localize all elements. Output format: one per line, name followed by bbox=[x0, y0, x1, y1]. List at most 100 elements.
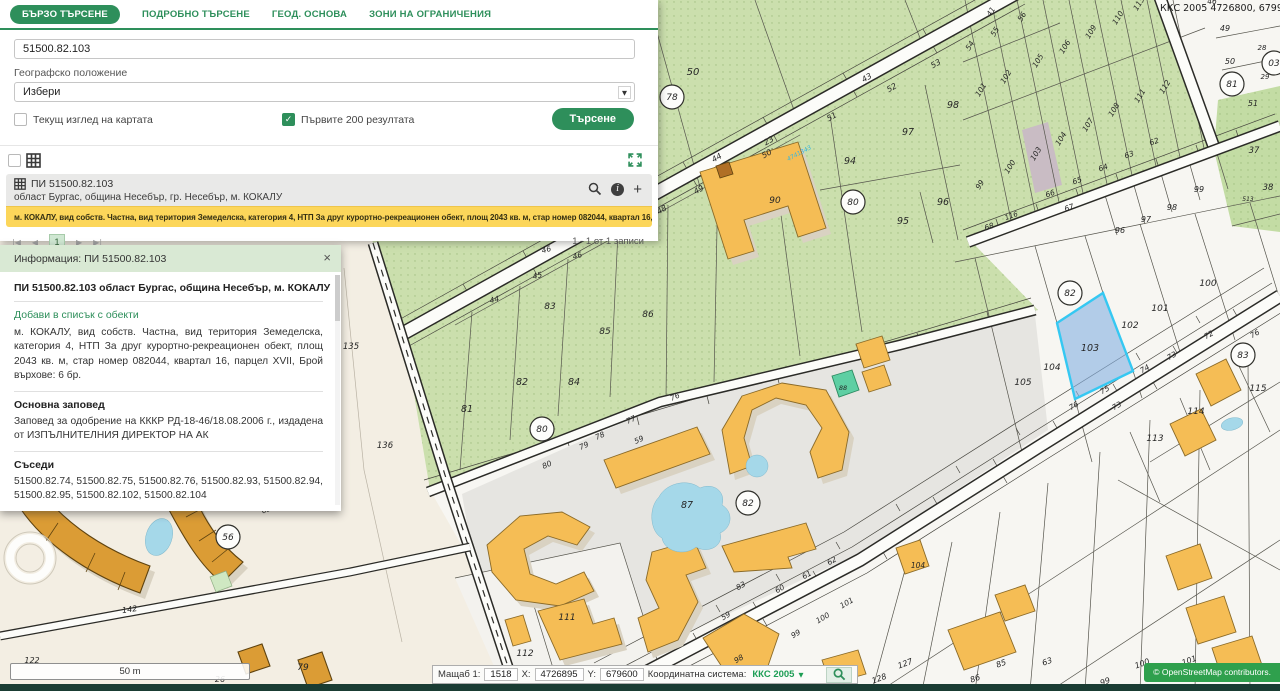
search-panel: БЪРЗО ТЪРСЕНЕ ПОДРОБНО ТЪРСЕНЕ ГЕОД. ОСН… bbox=[0, 0, 658, 250]
parcel-label: 114 bbox=[1187, 407, 1204, 417]
parcel-label: 104 bbox=[1043, 363, 1060, 373]
current-map-view-label: Текущ изглед на картата bbox=[33, 113, 153, 126]
first-200-checkbox[interactable]: ✓ bbox=[282, 113, 295, 126]
bottom-strip bbox=[0, 684, 1280, 691]
grid-icon bbox=[14, 178, 26, 190]
crs-value[interactable]: ККС 2005 bbox=[752, 669, 794, 680]
parcel-label: 97 bbox=[902, 127, 914, 138]
block-number-label: 82 bbox=[742, 499, 754, 509]
parcel-label: 96 bbox=[937, 197, 949, 208]
search-icon bbox=[833, 668, 845, 681]
parcel-label: 135 bbox=[343, 342, 359, 352]
block-number-label: 80 bbox=[847, 198, 859, 208]
close-icon[interactable]: × bbox=[323, 251, 331, 264]
tab-geodetic-basis[interactable]: ГЕОД. ОСНОВА bbox=[272, 9, 347, 20]
neighbors-heading: Съседи bbox=[14, 458, 55, 471]
parcel-heading: ПИ 51500.82.103 област Бургас, община Не… bbox=[14, 282, 330, 302]
scale-label: Мащаб 1: bbox=[438, 669, 481, 680]
parcel-label: 28 bbox=[1258, 44, 1267, 52]
parcel-label: 49 bbox=[1220, 24, 1230, 33]
tab-restriction-zones[interactable]: ЗОНИ НА ОГРАНИЧЕНИЯ bbox=[369, 9, 491, 20]
x-label: X: bbox=[521, 669, 531, 680]
result-item[interactable]: ПИ 51500.82.103 област Бургас, община Не… bbox=[6, 174, 652, 227]
parcel-label: 86 bbox=[642, 310, 654, 320]
select-all-checkbox[interactable] bbox=[8, 154, 21, 167]
parcel-label: 51 bbox=[1248, 99, 1258, 108]
parcel-label: 104 bbox=[911, 561, 926, 570]
scrollbar[interactable] bbox=[335, 275, 340, 505]
geo-location-label: Географско положение bbox=[14, 67, 128, 79]
parcel-label: 99 bbox=[1194, 185, 1204, 194]
chevron-down-icon[interactable]: ▼ bbox=[618, 86, 631, 99]
parcel-label: 29 bbox=[1261, 73, 1270, 81]
application-window: 50 43 52 53 51 23 50 44 49 48 94 97 98 96 95 90 4741343 4… bbox=[0, 0, 1280, 691]
expand-icon[interactable] bbox=[628, 153, 642, 167]
y-label: Y: bbox=[587, 669, 596, 680]
parcel-label: 115 bbox=[1249, 384, 1266, 394]
osm-attribution[interactable]: © OpenStreetMap contributors. bbox=[1144, 663, 1280, 682]
chevron-down-icon[interactable]: ▼ bbox=[798, 671, 803, 679]
geo-location-select[interactable]: Избери ▼ bbox=[14, 82, 635, 102]
info-panel-title: Информация: ПИ 51500.82.103 bbox=[14, 252, 167, 265]
scale-value[interactable]: 1518 bbox=[484, 668, 518, 681]
parcel-description: м. КОКАЛУ, вид собств. Частна, вид терит… bbox=[14, 326, 323, 392]
parcel-label: 94 bbox=[844, 156, 856, 167]
grid-icon bbox=[26, 153, 41, 168]
parcel-label: 38 bbox=[1263, 183, 1274, 193]
map-reference-coordinates: ККС 2005 4726800, 679916 bbox=[1160, 3, 1280, 14]
parcel-label: 96 bbox=[1115, 226, 1125, 235]
parcel-label: 100 bbox=[1199, 279, 1216, 289]
block-number-label: 81 bbox=[1226, 80, 1237, 90]
parcel-label: 84 bbox=[568, 377, 580, 388]
x-coordinate[interactable]: 4726895 bbox=[534, 668, 584, 681]
coordinate-search-button[interactable] bbox=[826, 666, 852, 683]
result-subtitle: област Бургас, община Несебър, гр. Несеб… bbox=[14, 192, 283, 203]
add-to-list-link[interactable]: Добави в списък с обекти bbox=[14, 309, 323, 321]
current-map-view-checkbox[interactable] bbox=[14, 113, 27, 126]
block-number-label: 78 bbox=[666, 93, 678, 103]
block-number-label: 03 bbox=[1268, 59, 1280, 69]
parcel-label: 85 bbox=[599, 327, 611, 337]
block-number-label: 83 bbox=[1237, 351, 1249, 361]
pagination-summary: 1 - 1 от 1 записи bbox=[572, 236, 644, 247]
parcel-label: 82 bbox=[516, 377, 528, 388]
result-details-row[interactable]: м. КОКАЛУ, вид собств. Частна, вид терит… bbox=[6, 206, 652, 227]
zoom-to-icon[interactable] bbox=[588, 182, 602, 196]
parcel-label: 103 bbox=[1081, 343, 1099, 354]
crs-label: Координатна система: bbox=[647, 669, 747, 680]
first-200-label: Първите 200 резултата bbox=[301, 113, 415, 126]
parcel-label: 111 bbox=[558, 613, 575, 623]
parcel-label: 87 bbox=[681, 500, 693, 511]
parcel-label: 136 bbox=[377, 441, 394, 451]
y-coordinate[interactable]: 679600 bbox=[599, 668, 644, 681]
parcel-label: 105 bbox=[1014, 378, 1031, 388]
parcel-label: 101 bbox=[1151, 304, 1168, 314]
parcel-label: 98 bbox=[1167, 203, 1177, 212]
parcel-label: 81 bbox=[461, 404, 473, 415]
order-text: Заповед за одобрение на КККР РД-18-46/18… bbox=[14, 415, 323, 452]
info-icon[interactable]: i bbox=[611, 182, 625, 196]
block-number-label: 80 bbox=[536, 425, 548, 435]
parcel-label: 98 bbox=[947, 100, 959, 111]
parcel-label: 112 bbox=[516, 649, 533, 659]
parcel-label: 37 bbox=[1249, 146, 1260, 156]
map-scale-bar: 50 m bbox=[10, 663, 250, 680]
neighbors-list: 51500.82.74, 51500.82.75, 51500.82.76, 5… bbox=[14, 475, 323, 502]
parcel-label: 102 bbox=[1121, 321, 1138, 331]
parcel-label: 50 bbox=[1225, 57, 1235, 66]
tab-detailed-search[interactable]: ПОДРОБНО ТЪРСЕНЕ bbox=[142, 9, 250, 20]
add-icon[interactable]: + bbox=[633, 182, 642, 197]
search-input[interactable] bbox=[14, 39, 635, 59]
parcel-label: 95 bbox=[897, 216, 909, 227]
parcel-label: 90 bbox=[769, 196, 781, 206]
parcel-label: 513 bbox=[1242, 196, 1254, 203]
block-number-label: 82 bbox=[1064, 289, 1076, 299]
parcel-label: 83 bbox=[544, 302, 556, 312]
parcel-label: 97 bbox=[1141, 215, 1152, 224]
info-panel: Информация: ПИ 51500.82.103 × ПИ 51500.8… bbox=[0, 245, 341, 511]
result-title: ПИ 51500.82.103 bbox=[31, 178, 114, 190]
parcel-label: 113 bbox=[1146, 434, 1163, 444]
tab-quick-search[interactable]: БЪРЗО ТЪРСЕНЕ bbox=[10, 5, 120, 24]
search-button[interactable]: Търсене bbox=[551, 108, 634, 130]
order-heading: Основна заповед bbox=[14, 398, 105, 411]
